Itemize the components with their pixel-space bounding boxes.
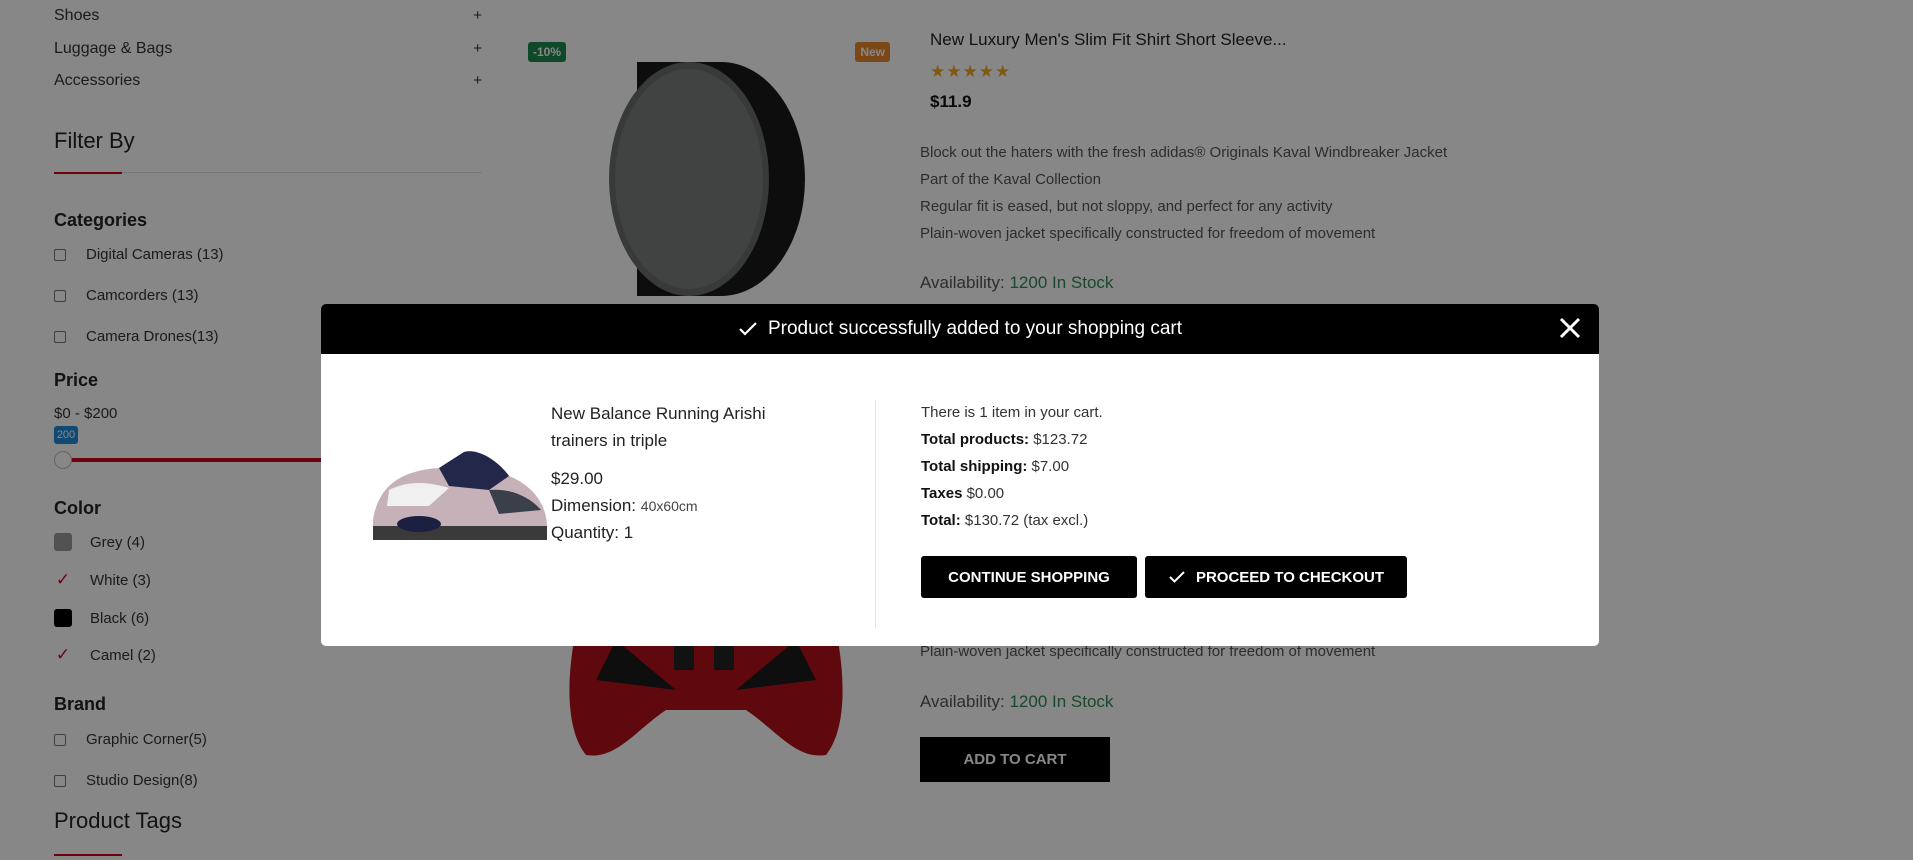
total-products: Total products: $123.72 <box>921 431 1087 448</box>
checkout-label: PROCEED TO CHECKOUT <box>1195 568 1385 586</box>
divider <box>875 400 876 628</box>
taxes: Taxes $0.00 <box>921 485 1004 502</box>
total-shipping-value: $7.00 <box>1031 458 1070 475</box>
quantity-value: 1 <box>623 523 634 542</box>
continue-shopping-button[interactable]: CONTINUE SHOPPING <box>921 556 1137 598</box>
add-to-cart-modal: Product successfully added to your shopp… <box>321 304 1599 646</box>
close-icon[interactable] <box>1557 315 1583 341</box>
total: Total: $130.72 (tax excl.) <box>921 512 1088 529</box>
cart-item-price: $29.00 <box>551 469 603 488</box>
dimension-label: Dimension: <box>551 496 637 515</box>
total-shipping: Total shipping: $7.00 <box>921 458 1069 475</box>
total-value: $130.72 (tax excl.) <box>964 512 1089 529</box>
cart-item-name: New Balance Running Arishi trainers in t… <box>551 404 766 450</box>
taxes-value: $0.00 <box>966 485 1005 502</box>
total-products-label: Total products: <box>921 431 1030 448</box>
proceed-to-checkout-button[interactable]: PROCEED TO CHECKOUT <box>1145 556 1407 598</box>
total-label: Total: <box>921 512 961 529</box>
modal-title: Product successfully added to your shopp… <box>767 318 1182 339</box>
cart-item-quantity: Quantity: 1 <box>551 523 633 543</box>
total-products-value: $123.72 <box>1033 431 1088 448</box>
modal-header-message: Product successfully added to your shopp… <box>321 304 1599 354</box>
dimension-value: 40x60cm <box>640 498 698 514</box>
cart-item-count: There is 1 item in your cart. <box>921 404 1103 421</box>
total-shipping-label: Total shipping: <box>921 458 1028 475</box>
cart-item-dimension: Dimension: 40x60cm <box>551 496 698 516</box>
modal-header: Product successfully added to your shopp… <box>321 304 1599 354</box>
checkmark-icon <box>1168 570 1186 584</box>
quantity-label: Quantity: <box>551 523 620 542</box>
checkmark-icon <box>738 321 758 337</box>
sneaker-image <box>373 451 547 540</box>
taxes-label: Taxes <box>921 485 963 502</box>
